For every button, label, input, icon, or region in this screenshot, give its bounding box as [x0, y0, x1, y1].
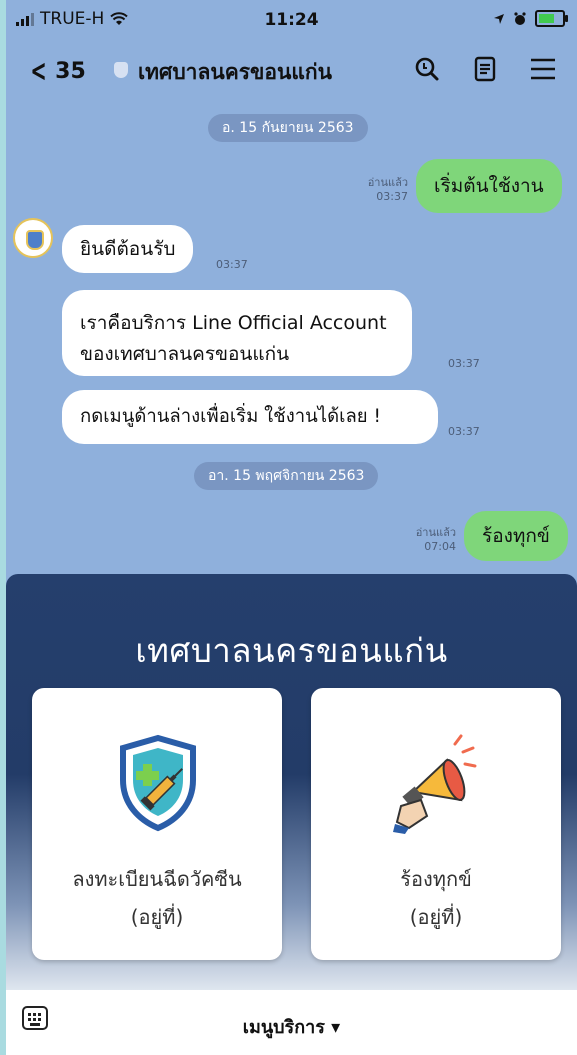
date-separator: อ. 15 กันยายน 2563	[208, 114, 368, 142]
rich-menu: เทศบาลนครขอนแก่น ลงทะเบียนฉีดวัคซีน (อยู…	[6, 574, 577, 990]
user-message-bubble[interactable]: เริ่มต้นใช้งาน	[416, 159, 562, 213]
megaphone-icon	[393, 734, 477, 834]
bot-message-bubble[interactable]: กดเมนูด้านล่างเพื่อเริ่ม ใช้งานได้เลย !	[62, 390, 438, 444]
bot-message-bubble[interactable]: ยินดีต้อนรับ	[62, 225, 194, 273]
status-bar: TRUE-H 11:24	[6, 0, 577, 40]
card-label: ลงทะเบียนฉีดวัคซีน (อยู่ที่)	[72, 867, 242, 929]
clock: 11:24	[264, 10, 319, 30]
complaint-card[interactable]: ร้องทุกข์ (อยู่ที่)	[311, 688, 561, 960]
user-message-bubble[interactable]: ร้องทุกข์	[464, 511, 568, 561]
battery-icon	[535, 10, 568, 27]
vaccine-shield-icon	[120, 734, 196, 832]
message-time: 03:37	[216, 258, 248, 271]
back-button[interactable]: < 35	[26, 54, 86, 89]
read-receipt: อ่านแล้ว 03:37	[367, 176, 408, 203]
menu-icon[interactable]	[526, 52, 560, 86]
chevron-left-icon: <	[30, 54, 47, 89]
chat-header: < 35 เทศบาลนครขอนแก่น	[6, 44, 577, 96]
unread-count: 35	[55, 59, 86, 84]
phone-screen: TRUE-H 11:24 < 35 เทศบาลนครขอนแก่น อ. 15…	[6, 0, 577, 1055]
service-menu-toggle[interactable]: เมนูบริการ ▾	[6, 1012, 577, 1041]
rich-menu-title: เทศบาลนครขอนแก่น	[135, 631, 448, 670]
message-time: 03:37	[448, 357, 480, 370]
official-badge-icon	[114, 62, 128, 78]
bot-message-bubble[interactable]: เราคือบริการ Line Official Account ของเท…	[62, 290, 412, 376]
avatar[interactable]	[13, 218, 53, 258]
message-time: 03:37	[448, 425, 480, 438]
date-separator: อา. 15 พฤศจิกายน 2563	[194, 462, 379, 490]
vaccine-registration-card[interactable]: ลงทะเบียนฉีดวัคซีน (อยู่ที่)	[32, 688, 282, 960]
card-label: ร้องทุกข์ (อยู่ที่)	[400, 867, 472, 929]
alarm-icon	[514, 11, 526, 25]
notes-icon[interactable]	[468, 52, 502, 86]
read-receipt: อ่านแล้ว 07:04	[415, 526, 456, 553]
bottom-bar: เมนูบริการ ▾	[6, 990, 577, 1055]
location-arrow-icon	[494, 13, 504, 24]
chat-title: เทศบาลนครขอนแก่น	[138, 60, 332, 84]
search-icon[interactable]	[410, 52, 444, 86]
